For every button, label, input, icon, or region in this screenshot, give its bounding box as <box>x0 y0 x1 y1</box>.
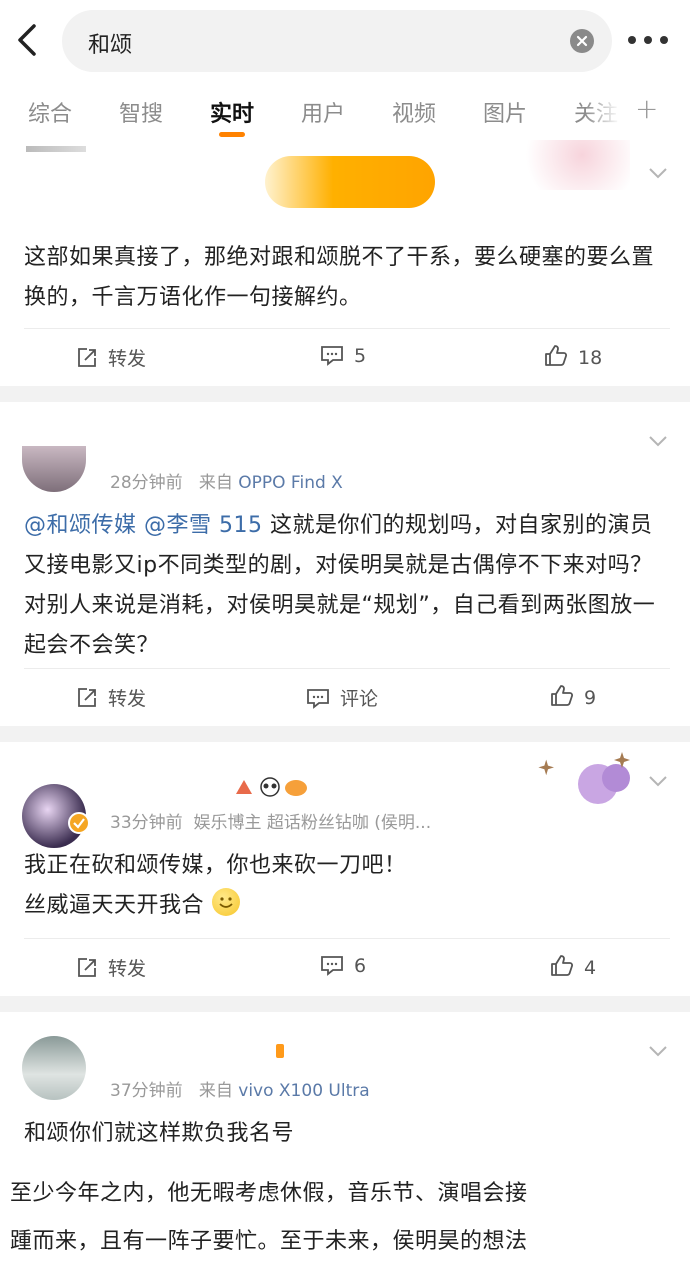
tab-videos[interactable]: 视频 <box>392 96 436 128</box>
post-separator <box>0 726 690 742</box>
post-time: 37分钟前 <box>110 1081 183 1101</box>
cut-header-fragment <box>26 146 86 152</box>
repost-label: 转发 <box>108 958 147 980</box>
post-line: 我正在砍和颂传媒，你也来砍一刀吧！ <box>24 853 407 878</box>
repost-icon <box>78 688 96 707</box>
post-line: 至少今年之内，他无暇考虑休假，音乐节、演唱会接 <box>10 1181 528 1206</box>
repost-button[interactable]: 转发 <box>76 344 146 371</box>
like-count: 18 <box>578 347 603 369</box>
thumbs-up-icon <box>551 685 574 706</box>
comment-label: 评论 <box>340 688 379 710</box>
avatar[interactable] <box>22 446 86 492</box>
mention-link[interactable]: @和颂传媒 <box>24 513 137 538</box>
chevron-down-icon[interactable] <box>648 166 668 180</box>
comment-count: 5 <box>354 345 367 367</box>
post-separator <box>0 996 690 1012</box>
search-tabs: 综合 智搜 实时 用户 视频 图片 关注 + <box>0 82 690 140</box>
chevron-down-icon[interactable] <box>648 1044 668 1058</box>
tab-general[interactable]: 综合 <box>28 96 72 128</box>
comment-button[interactable]: 评论 <box>306 684 378 711</box>
tab-users[interactable]: 用户 <box>301 96 345 128</box>
emoji-decoration <box>232 776 312 798</box>
tab-fade <box>585 82 635 140</box>
post-card[interactable]: 28分钟前 来自 OPPO Find X @和颂传媒 @李雪 515 这就是你们… <box>0 402 690 726</box>
thumbs-up-icon <box>551 955 574 976</box>
post-text: 我正在砍和颂传媒，你也来砍一刀吧！ 丝威逼天天开我合 <box>24 846 670 926</box>
repost-icon <box>78 958 96 977</box>
comment-icon <box>307 689 329 709</box>
post-source: 娱乐博主 超话粉丝钻咖 (侯明... <box>193 813 432 833</box>
comment-icon <box>321 346 343 366</box>
like-button[interactable]: 4 <box>550 954 596 979</box>
add-tab-icon[interactable]: + <box>635 92 658 125</box>
search-input[interactable]: 和颂 <box>62 10 612 72</box>
search-query: 和颂 <box>88 33 133 58</box>
chevron-down-icon[interactable] <box>648 774 668 788</box>
card-decoration <box>510 140 630 190</box>
smile-emoji-icon <box>211 888 240 916</box>
repost-button[interactable]: 转发 <box>76 684 146 711</box>
comment-icon <box>321 956 343 976</box>
comment-count: 6 <box>354 955 367 977</box>
more-options-icon[interactable] <box>628 36 670 46</box>
post-time: 33分钟前 <box>110 813 183 833</box>
post-text-continued: 至少今年之内，他无暇考虑休假，音乐节、演唱会接 踵而来，且有一阵子要忙。至于未来… <box>10 1174 690 1262</box>
post-card[interactable]: 33分钟前 娱乐博主 超话粉丝钻咖 (侯明... 我正在砍和颂传媒，你也来砍一刀… <box>0 742 690 996</box>
post-line: 丝威逼天天开我合 <box>24 886 670 926</box>
post-divider <box>24 668 670 669</box>
top-bar: 和颂 <box>0 0 690 80</box>
post-text: @和颂传媒 @李雪 515 这就是你们的规划吗，对自家别的演员又接电影又ip不同… <box>24 506 670 666</box>
post-card[interactable]: 37分钟前 来自 vivo X100 Ultra 和颂你们就这样欺负我名号 至少… <box>0 1012 690 1278</box>
like-button[interactable]: 18 <box>544 344 602 369</box>
post-meta: 33分钟前 娱乐博主 超话粉丝钻咖 (侯明... <box>110 808 431 833</box>
card-decoration <box>536 750 636 808</box>
sticker-decoration <box>276 1044 284 1058</box>
clear-search-icon[interactable] <box>570 29 594 53</box>
post-source: 来自 <box>198 1081 233 1101</box>
post-line-text: 丝威逼天天开我合 <box>24 893 205 918</box>
tab-realtime[interactable]: 实时 <box>210 96 254 128</box>
post-divider <box>24 328 670 329</box>
comment-button[interactable]: 5 <box>320 344 366 367</box>
post-time: 28分钟前 <box>110 473 183 493</box>
thumbs-up-icon <box>545 345 568 366</box>
repost-label: 转发 <box>108 688 147 710</box>
mention-link[interactable]: @李雪 515 <box>144 513 263 538</box>
post-device[interactable]: OPPO Find X <box>238 473 343 493</box>
tab-smart-search[interactable]: 智搜 <box>119 96 163 128</box>
repost-icon <box>78 348 96 367</box>
post-text: 这部如果真接了，那绝对跟和颂脱不了干系，要么硬塞的要么置换的，千言万语化作一句接… <box>24 245 655 310</box>
like-button[interactable]: 9 <box>550 684 596 709</box>
post-divider <box>24 938 670 939</box>
post-card[interactable]: 这部如果真接了，那绝对跟和颂脱不了干系，要么硬塞的要么置换的，千言万语化作一句接… <box>0 140 690 386</box>
like-count: 4 <box>584 957 597 979</box>
chevron-down-icon[interactable] <box>648 434 668 448</box>
post-text: 和颂你们就这样欺负我名号 <box>24 1121 295 1146</box>
post-meta: 28分钟前 来自 OPPO Find X <box>110 468 343 493</box>
sticker-badge <box>265 156 435 208</box>
post-meta: 37分钟前 来自 vivo X100 Ultra <box>110 1076 370 1101</box>
avatar[interactable] <box>22 1036 86 1100</box>
tab-images[interactable]: 图片 <box>483 96 527 128</box>
post-separator <box>0 386 690 402</box>
active-tab-indicator <box>219 132 245 137</box>
repost-label: 转发 <box>108 348 147 370</box>
back-arrow-icon[interactable] <box>14 22 44 58</box>
repost-button[interactable]: 转发 <box>76 954 146 981</box>
post-device[interactable]: vivo X100 Ultra <box>238 1081 369 1101</box>
like-count: 9 <box>584 687 597 709</box>
verified-badge-icon <box>68 812 90 834</box>
post-source: 来自 <box>198 473 233 493</box>
comment-button[interactable]: 6 <box>320 954 366 977</box>
post-line: 踵而来，且有一阵子要忙。至于未来，侯明昊的想法 <box>10 1229 528 1254</box>
